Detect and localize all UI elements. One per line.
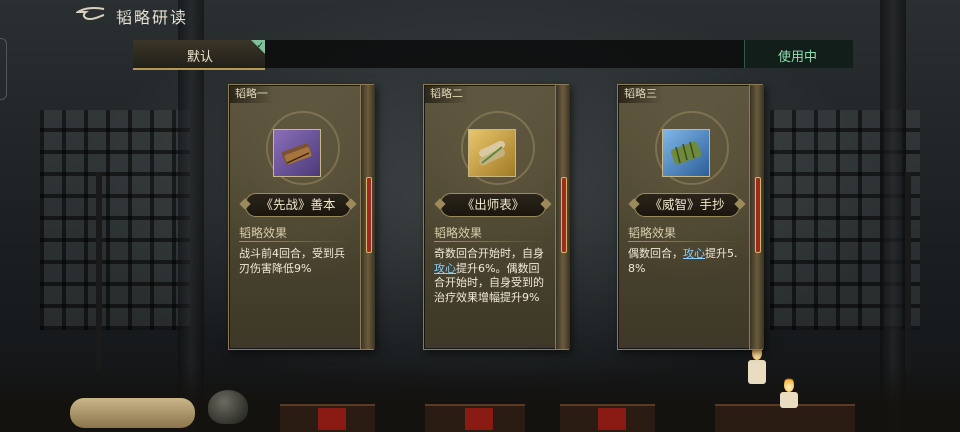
tab-default[interactable]: 默认 ✓ [133, 40, 265, 70]
strategy-card-2[interactable]: 韬略二 《出师表》 韬略效果 奇数回合开始时，自身攻心提升6%。偶数回合开始时，… [423, 84, 570, 350]
page-title: 韬略研读 [116, 8, 189, 27]
effect-description: 奇数回合开始时，自身攻心提升6%。偶数回合开始时，自身受到的治疗效果增幅提升9% [434, 247, 544, 304]
strategy-card-1[interactable]: 韬略一 《先战》善本 韬略效果 战斗前4回合，受到兵刃伤害降低9% [228, 84, 375, 350]
tab-default-label: 默认 [187, 50, 214, 65]
top-bar: 韬略研读 [0, 0, 960, 30]
highlight-keyword[interactable]: 攻心 [434, 262, 456, 275]
in-use-label: 使用中 [778, 50, 818, 65]
candle [780, 392, 798, 408]
card-tag: 韬略一 [229, 85, 274, 103]
back-arrow-icon[interactable] [76, 6, 106, 22]
table-block [425, 404, 525, 432]
strategy-tab-bar: 默认 ✓ 使用中 [133, 40, 853, 70]
candle-stand-right [905, 172, 911, 372]
effect-label: 韬略效果 [239, 226, 288, 240]
bamboo-slips-icon [662, 129, 710, 177]
effect-description: 偶数回合，攻心提升5.8% [628, 247, 738, 275]
card-spine [749, 85, 764, 349]
divider [434, 241, 546, 242]
candle [748, 360, 766, 384]
incense-burner [208, 390, 248, 424]
divider [239, 241, 351, 242]
candle-flame [784, 376, 794, 392]
candle-stand-left [96, 172, 102, 372]
strategy-name: 《先战》善本 [245, 193, 351, 217]
card-spine [360, 85, 375, 349]
scroll-icon [468, 129, 516, 177]
side-drawer-handle[interactable] [0, 38, 7, 100]
strategy-name: 《威智》手抄 [634, 193, 740, 217]
effect-label: 韬略效果 [628, 226, 677, 240]
card-tag: 韬略三 [618, 85, 663, 103]
effect-label: 韬略效果 [434, 226, 483, 240]
window-lattice-left [40, 110, 190, 330]
highlight-keyword[interactable]: 攻心 [683, 247, 705, 260]
strategy-name: 《出师表》 [440, 193, 546, 217]
checkmark-icon: ✓ [251, 40, 265, 54]
card-spine [555, 85, 570, 349]
strategy-card-3[interactable]: 韬略三 《威智》手抄 韬略效果 偶数回合，攻心提升5.8% [617, 84, 764, 350]
table-block [280, 404, 375, 432]
book-bundle-icon [273, 129, 321, 177]
table-block [560, 404, 655, 432]
effect-description: 战斗前4回合，受到兵刃伤害降低9% [239, 247, 345, 275]
card-tag: 韬略二 [424, 85, 469, 103]
scroll-prop [70, 398, 195, 428]
table-block [715, 404, 855, 432]
in-use-status: 使用中 [744, 40, 853, 68]
divider [628, 241, 740, 242]
